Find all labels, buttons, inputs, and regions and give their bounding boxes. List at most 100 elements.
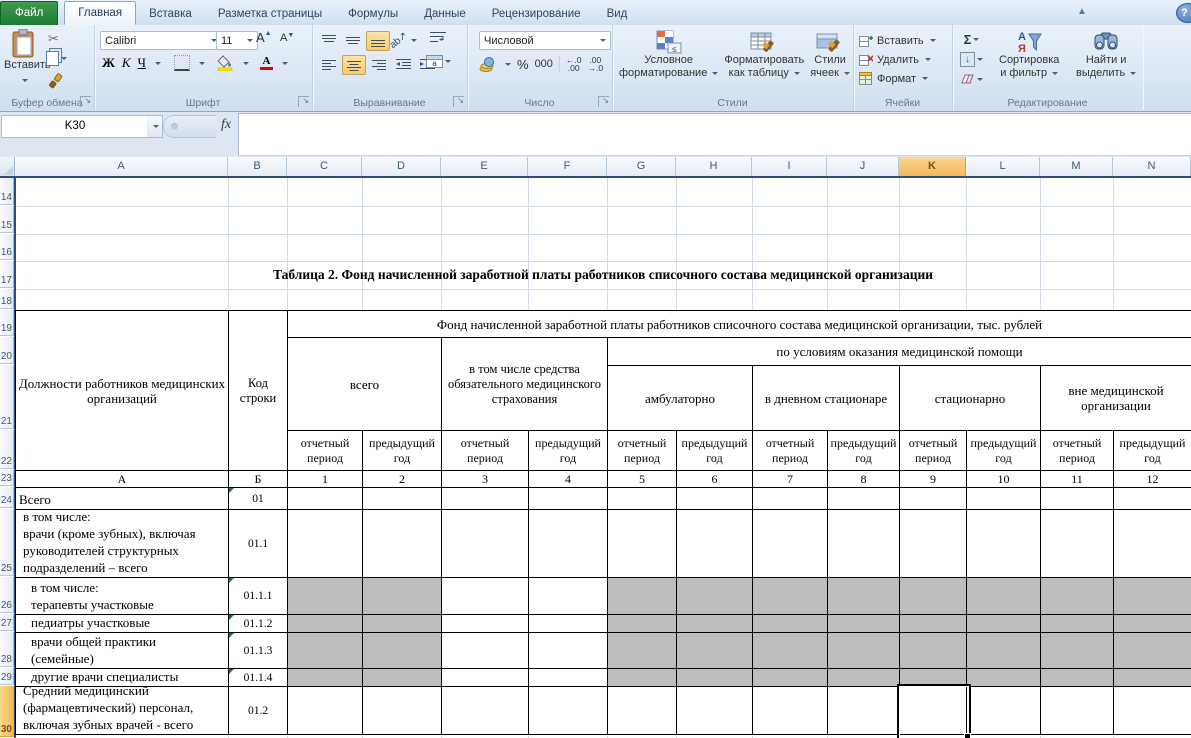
cell[interactable] (900, 633, 967, 669)
header-cond-group-0[interactable]: амбулаторно (608, 366, 753, 431)
ribbon-tab-Файл[interactable]: Файл (0, 1, 58, 25)
column-header-M[interactable]: M (1040, 157, 1113, 177)
header-cond-group-3[interactable]: вне медицинской организации (1041, 366, 1191, 431)
header-colnum-7[interactable]: 7 (753, 471, 828, 488)
cell[interactable] (608, 510, 677, 578)
cell[interactable] (363, 669, 442, 687)
header-colnum-5[interactable]: 5 (608, 471, 677, 488)
font-color-button[interactable]: А (260, 56, 273, 70)
help-icon[interactable]: ? (1176, 3, 1191, 23)
format-cells-button[interactable]: Формат (859, 69, 936, 88)
row-header-19[interactable]: 19 (0, 310, 14, 336)
cell[interactable] (967, 488, 1041, 510)
formula-bar-splitter[interactable] (163, 115, 216, 138)
font-name-combo[interactable]: Calibri (100, 31, 222, 50)
header-cond-group-1[interactable]: в дневном стационаре (753, 366, 900, 431)
header-colnum-11[interactable]: 11 (1041, 471, 1114, 488)
cell[interactable] (900, 510, 967, 578)
italic-button[interactable]: К (122, 55, 131, 71)
cell[interactable] (1114, 615, 1191, 633)
header-cond-group-2[interactable]: стационарно (900, 366, 1041, 431)
conditional-formatting-button[interactable]: ≤ Условное форматирование (616, 29, 721, 81)
borders-icon[interactable] (174, 55, 190, 71)
column-header-A[interactable]: A (15, 157, 228, 177)
cell[interactable] (529, 669, 608, 687)
cell[interactable] (529, 488, 608, 510)
cell[interactable] (753, 633, 828, 669)
cell[interactable] (677, 578, 753, 615)
cell[interactable] (288, 687, 363, 735)
cell[interactable] (753, 488, 828, 510)
cell[interactable] (442, 669, 529, 687)
cell[interactable] (1041, 488, 1114, 510)
cell[interactable] (363, 488, 442, 510)
cell[interactable] (967, 633, 1041, 669)
row-code-01[interactable]: 01 (229, 488, 288, 510)
cell[interactable] (753, 615, 828, 633)
ribbon-tab-Вставка[interactable]: Вставка (136, 4, 205, 25)
dialog-launcher-icon[interactable]: ↘ (453, 96, 464, 107)
cell[interactable] (677, 687, 753, 735)
orientation-button[interactable]: ab↗ (392, 31, 414, 49)
cell[interactable] (363, 615, 442, 633)
row-header-23[interactable]: 23 (0, 470, 14, 486)
row-label-01.2[interactable]: Средний медицинский(фармацевтический) пе… (16, 687, 229, 735)
cell[interactable] (828, 687, 900, 735)
cell[interactable] (608, 687, 677, 735)
paste-button[interactable]: Вставить (4, 29, 44, 90)
cut-button[interactable]: ✂ (48, 30, 59, 48)
cell[interactable] (677, 669, 753, 687)
header-colnum-1[interactable]: 1 (288, 471, 363, 488)
dialog-launcher-icon[interactable]: ↘ (80, 96, 91, 107)
clear-button[interactable] (960, 70, 983, 88)
cell[interactable] (1041, 633, 1114, 669)
header-period[interactable]: отчетный период (608, 431, 677, 471)
merge-center-button[interactable]: a (426, 55, 451, 68)
ribbon-tab-Формулы[interactable]: Формулы (335, 4, 411, 25)
cell[interactable] (967, 669, 1041, 687)
grow-font-button[interactable]: A▲ (256, 30, 272, 45)
format-painter-button[interactable] (48, 73, 64, 89)
cell[interactable] (900, 578, 967, 615)
row-header-29[interactable]: 29 (0, 668, 14, 685)
table-title[interactable]: Таблица 2. Фонд начисленной заработной п… (15, 267, 1191, 283)
increase-decimal-button[interactable]: ←.0.00 (566, 56, 582, 72)
row-code-01.1[interactable]: 01.1 (229, 510, 288, 578)
cell[interactable] (1041, 615, 1114, 633)
cell[interactable] (1114, 687, 1191, 735)
header-fund[interactable]: Фонд начисленной заработной платы работн… (288, 311, 1191, 338)
cell[interactable] (1114, 669, 1191, 687)
cell[interactable] (608, 669, 677, 687)
cell[interactable] (363, 510, 442, 578)
font-size-combo[interactable]: 11 (216, 31, 258, 50)
cell[interactable] (828, 488, 900, 510)
cell[interactable] (608, 578, 677, 615)
row-header-18[interactable]: 18 (0, 289, 14, 309)
row-label-01.1.1[interactable]: в том числе:терапевты участковые (16, 578, 229, 615)
number-format-combo[interactable]: Числовой (479, 31, 611, 50)
insert-cells-button[interactable]: Вставить (859, 31, 936, 50)
ribbon-tab-Данные[interactable]: Данные (411, 4, 479, 25)
row-label-01.1.3[interactable]: врачи общей практики(семейные) (16, 633, 229, 669)
fill-button[interactable]: ↓ (960, 50, 983, 68)
cell[interactable] (967, 578, 1041, 615)
column-header-H[interactable]: H (676, 157, 752, 177)
header-period[interactable]: отчетный период (900, 431, 967, 471)
header-period[interactable]: предыдущий год (828, 431, 900, 471)
header-code[interactable]: Код строки (229, 311, 288, 471)
cell[interactable] (828, 669, 900, 687)
row-label-01.1[interactable]: в том числе:врачи (кроме зубных), включа… (16, 510, 229, 578)
header-period[interactable]: предыдущий год (677, 431, 753, 471)
cell[interactable] (288, 633, 363, 669)
cell[interactable] (529, 578, 608, 615)
sort-filter-button[interactable]: А Я Сортировка и фильтр (996, 29, 1062, 81)
header-letter-b[interactable]: Б (229, 471, 288, 488)
row-header-20[interactable]: 20 (0, 337, 14, 364)
find-select-button[interactable]: Найти и выделить (1073, 29, 1139, 81)
cell[interactable] (363, 633, 442, 669)
cell[interactable] (967, 510, 1041, 578)
cell[interactable] (828, 510, 900, 578)
cell[interactable] (753, 687, 828, 735)
cell[interactable] (288, 488, 363, 510)
delete-cells-button[interactable]: Удалить (859, 50, 936, 69)
